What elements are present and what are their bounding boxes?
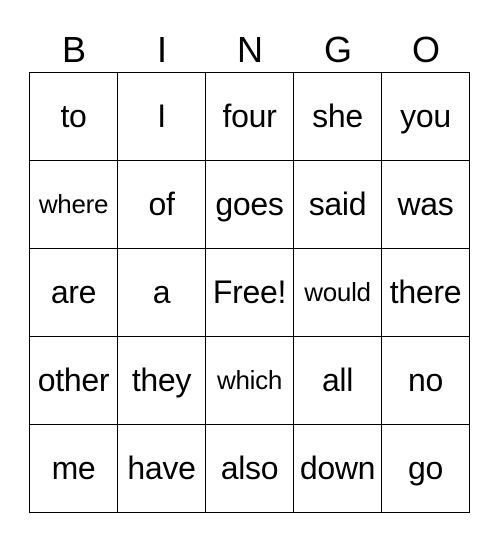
bingo-cell: me xyxy=(29,424,118,513)
header-letter-i: I xyxy=(156,29,167,70)
header-letter-g: G xyxy=(323,29,352,70)
bingo-cell: I xyxy=(117,72,206,161)
bingo-cell: also xyxy=(205,424,294,513)
bingo-row: me have also down go xyxy=(29,424,470,513)
bingo-grid: to Ifour she you where of goes said was are a Free!… xyxy=(29,72,470,513)
bingo-cell: no xyxy=(381,336,470,425)
bingo-cell: she xyxy=(293,72,382,161)
bingo-cell: goes xyxy=(205,160,294,249)
header-letter-b: B xyxy=(61,29,86,70)
bingo-cell: all xyxy=(293,336,382,425)
bingo-cell: have xyxy=(117,424,206,513)
bingo-cell: which xyxy=(205,336,294,425)
bingo-cell: other xyxy=(29,336,118,425)
bingo-cell: go xyxy=(381,424,470,513)
bingo-cell: a xyxy=(117,248,206,337)
header-letter-o: O xyxy=(411,29,440,70)
bingo-cell: there xyxy=(381,248,470,337)
bingo-row: where of goes said was xyxy=(29,160,470,249)
bingo-cell: where xyxy=(29,160,118,249)
bingo-row: to Ifour she you xyxy=(29,72,470,161)
bingo-row: are a Free! would there xyxy=(29,248,470,337)
bingo-cell: are xyxy=(29,248,118,337)
bingo-cell: you xyxy=(381,72,470,161)
bingo-cell: of xyxy=(117,160,206,249)
bingo-row: other they which all no xyxy=(29,336,470,425)
bingo-cell: said xyxy=(293,160,382,249)
bingo-header: B I N G O xyxy=(30,28,470,72)
bingo-cell: down xyxy=(293,424,382,513)
bingo-cell: to xyxy=(29,72,118,161)
bingo-cell: four xyxy=(205,72,294,161)
header-letter-n: N xyxy=(237,29,263,70)
free-space-cell: Free! xyxy=(205,248,294,337)
bingo-cell: would xyxy=(293,248,382,337)
bingo-cell: they xyxy=(117,336,206,425)
bingo-cell: was xyxy=(381,160,470,249)
